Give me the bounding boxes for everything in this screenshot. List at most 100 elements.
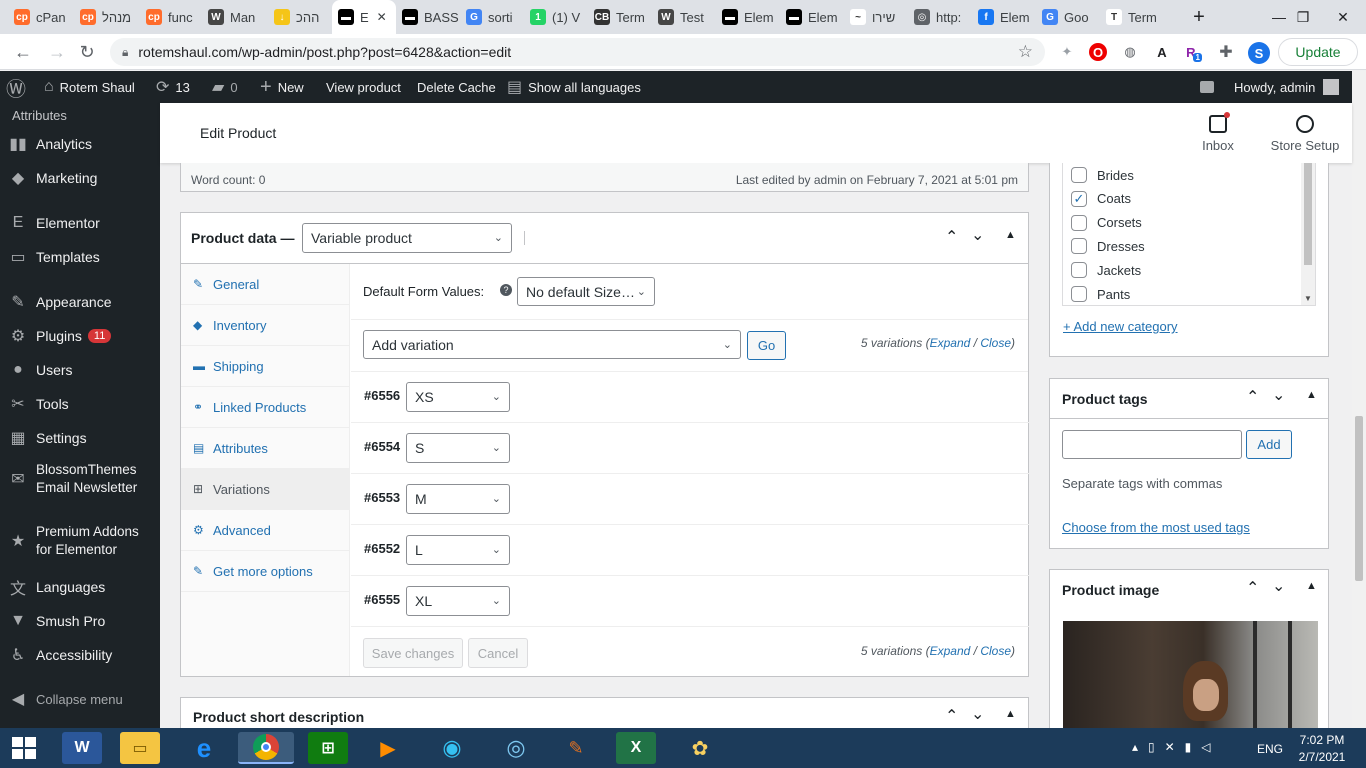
category-checkbox[interactable] [1071, 238, 1087, 255]
reload-icon[interactable]: ↻ [72, 34, 102, 70]
inbox-button[interactable]: Inbox [1196, 112, 1240, 153]
tab-advanced[interactable]: ⚙ Advanced [181, 510, 349, 551]
category-checkbox[interactable] [1071, 214, 1087, 231]
expand-all-link[interactable]: Expand [930, 644, 971, 658]
category-checkbox[interactable] [1071, 286, 1087, 302]
save-changes-button[interactable]: Save changes [363, 638, 463, 668]
browser-tab[interactable]: ▬ Elem [716, 0, 780, 34]
move-up-icon[interactable]: ⌃ [945, 227, 958, 247]
address-bar[interactable]: 🔒︎ rotemshaul.com/wp-admin/post.php?post… [110, 38, 1045, 66]
input-language[interactable]: ENG [1257, 742, 1283, 756]
category-item[interactable]: Dresses [1071, 238, 1145, 255]
puzzle-extensions-icon[interactable]: ✚ [1217, 43, 1235, 61]
browser-tab[interactable]: ▬ E ✕ [332, 0, 396, 34]
store-setup-button[interactable]: Store Setup [1266, 113, 1344, 153]
comments-link[interactable]: ▰ 0 [212, 71, 238, 103]
scrollbar-thumb[interactable] [1355, 416, 1363, 581]
add-tag-button[interactable]: Add [1246, 430, 1292, 459]
clock[interactable]: 7:02 PM 2/7/2021 [1296, 733, 1348, 764]
file-explorer-icon[interactable]: ▭ [120, 732, 160, 764]
browser-tab[interactable]: ▬ Elem [780, 0, 844, 34]
toggle-panel-icon[interactable]: ▲ [1005, 229, 1016, 241]
chrome-update-button[interactable]: Update [1278, 38, 1358, 66]
toggle-panel-icon[interactable]: ▲ [1005, 708, 1016, 720]
r-ext-icon[interactable]: R1 [1185, 43, 1203, 62]
browser-tab[interactable]: CB Term [588, 0, 652, 34]
updates-link[interactable]: ⟳ 13 [156, 71, 190, 103]
move-up-icon[interactable]: ⌃ [1246, 578, 1259, 598]
browser-tab[interactable]: f Elem [972, 0, 1036, 34]
category-checkbox[interactable] [1071, 167, 1087, 183]
sidebar-item-plugins[interactable]: ⚙ Plugins 11 [0, 324, 160, 348]
sidebar-item-premium[interactable]: ★ Premium Addons for Elementor [0, 523, 160, 559]
store-app-icon[interactable]: ⊞ [308, 732, 348, 764]
a-ext-icon[interactable]: A [1153, 43, 1171, 61]
tab-close-icon[interactable]: ✕ [377, 10, 387, 24]
sidebar-item-blossomthemes[interactable]: ✉ BlossomThemes Email Newsletter [0, 461, 160, 497]
excel-app-icon[interactable]: X [616, 732, 656, 764]
browser-tab[interactable]: ~ שירו [844, 0, 908, 34]
add-variation-select[interactable]: Add variation ⌄ [363, 330, 741, 359]
browser-tab[interactable]: cp func [140, 0, 202, 34]
category-item[interactable]: ✓ Coats [1071, 190, 1131, 207]
choose-most-used-tags-link[interactable]: Choose from the most used tags [1062, 520, 1250, 535]
wordpress-logo-icon[interactable]: Ⓦ [6, 71, 26, 103]
category-item[interactable]: Brides [1071, 167, 1134, 183]
internet-explorer-icon[interactable]: e [184, 732, 224, 764]
circle-ext-icon[interactable]: ◍ [1121, 43, 1139, 61]
toggle-panel-icon[interactable]: ▲ [1306, 389, 1317, 401]
category-item[interactable]: Jackets [1071, 262, 1141, 279]
move-up-icon[interactable]: ⌃ [1246, 387, 1259, 407]
variation-size-select[interactable]: L ⌄ [406, 535, 510, 565]
sidebar-item-marketing[interactable]: ◆ Marketing [0, 166, 160, 190]
window-close-icon[interactable]: ✕ [1320, 0, 1366, 34]
variation-size-select[interactable]: XL ⌄ [406, 586, 510, 616]
browser-tab[interactable]: cp cPan [8, 0, 74, 34]
sidebar-item-appearance[interactable]: ✎ Appearance [0, 290, 160, 314]
category-scrollbar[interactable]: ▼ [1301, 163, 1315, 305]
variation-size-select[interactable]: XS ⌄ [406, 382, 510, 412]
toggle-panel-icon[interactable]: ▲ [1306, 580, 1317, 592]
view-product-link[interactable]: View product [326, 71, 401, 103]
move-up-icon[interactable]: ⌃ [945, 706, 958, 726]
tab-general[interactable]: ✎ General [181, 264, 349, 305]
move-down-icon[interactable]: ⌄ [971, 225, 984, 245]
move-down-icon[interactable]: ⌄ [1272, 385, 1285, 405]
site-name-link[interactable]: ⌂ Rotem Shaul [44, 71, 135, 103]
sidebar-item-tools[interactable]: ✂ Tools [0, 392, 160, 416]
variation-size-select[interactable]: M ⌄ [406, 484, 510, 514]
variation-row[interactable]: #6555 XL ⌄ [351, 576, 1029, 627]
category-item[interactable]: Corsets [1071, 214, 1142, 231]
product-type-select[interactable]: Variable product ⌄ [302, 223, 512, 253]
opera-ext-icon[interactable]: O [1089, 43, 1107, 61]
system-tray-icons[interactable]: ▴▯✕▮◁ [1132, 740, 1221, 754]
show-languages-link[interactable]: ▤ Show all languages [507, 71, 641, 103]
tag-input[interactable] [1062, 430, 1242, 459]
expand-all-link[interactable]: Expand [930, 336, 971, 350]
sidebar-item-settings[interactable]: ▦ Settings [0, 426, 160, 450]
browser-tab[interactable]: ↓ ההכ [268, 0, 332, 34]
delete-cache-link[interactable]: Delete Cache [417, 71, 496, 103]
browser-tab[interactable]: Gsorti [460, 0, 524, 34]
variation-row[interactable]: #6556 XS ⌄ [351, 372, 1029, 423]
sidebar-item-accessibility[interactable]: ♿ Accessibility [0, 643, 160, 667]
go-button[interactable]: Go [747, 331, 786, 360]
media-player-icon[interactable]: ▶ [368, 732, 408, 764]
browser-tab[interactable]: cp מנהל [74, 0, 140, 34]
category-checkbox[interactable] [1071, 262, 1087, 279]
paint-app-icon[interactable]: ✿ [680, 732, 720, 764]
tab-attributes[interactable]: ▤ Attributes [181, 428, 349, 469]
back-icon[interactable]: ← [8, 34, 38, 70]
edge-app-icon[interactable]: ◉ [432, 732, 472, 764]
sidebar-item-smush[interactable]: ▼ Smush Pro [0, 609, 160, 633]
bookmark-star-icon[interactable]: ☆ [1018, 42, 1033, 62]
profile-avatar[interactable]: S [1248, 42, 1270, 64]
notification-icon[interactable] [1200, 71, 1214, 103]
tab-variations[interactable]: ⊞ Variations [181, 469, 349, 510]
new-tab-button[interactable]: + [1184, 0, 1214, 34]
category-checkbox[interactable]: ✓ [1071, 190, 1087, 207]
forward-icon[interactable]: → [42, 34, 72, 70]
tab-linked-products[interactable]: ⚭ Linked Products [181, 387, 349, 428]
variation-size-select[interactable]: S ⌄ [406, 433, 510, 463]
close-all-link[interactable]: Close [980, 644, 1011, 658]
